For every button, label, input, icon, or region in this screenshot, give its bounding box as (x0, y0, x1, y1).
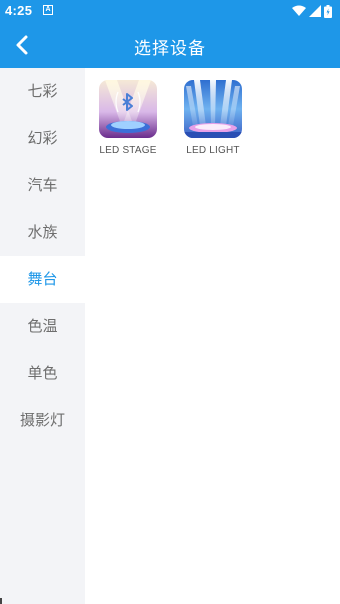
device-label: LED STAGE (99, 145, 157, 156)
system-icons (292, 4, 332, 18)
stage-spotlights-icon (184, 80, 242, 138)
device-led-stage[interactable]: LED STAGE (96, 80, 160, 156)
status-bar: 4:25 A (0, 0, 340, 22)
sidebar-item-sheyingdeng[interactable]: 摄影灯 (0, 397, 85, 444)
page-title: 选择设备 (134, 39, 206, 59)
sidebar-item-sewen[interactable]: 色温 (0, 303, 85, 350)
battery-icon (324, 4, 332, 18)
edge-marker (0, 598, 2, 604)
signal-icon (309, 5, 321, 17)
title-bar: 选择设备 (0, 22, 340, 68)
sidebar-item-shuizu[interactable]: 水族 (0, 209, 85, 256)
status-time: 4:25 (5, 3, 33, 18)
stage-bluetooth-icon (99, 80, 157, 138)
category-sidebar: 七彩 幻彩 汽车 水族 舞台 色温 单色 摄影灯 (0, 68, 85, 604)
device-label: LED LIGHT (186, 145, 240, 156)
sidebar-item-huancai[interactable]: 幻彩 (0, 115, 85, 162)
sidebar-item-qiche[interactable]: 汽车 (0, 162, 85, 209)
device-grid: LED STAGE LED LIGHT (85, 68, 340, 604)
sidebar-item-wutai[interactable]: 舞台 (0, 256, 85, 303)
sidebar-item-qicai[interactable]: 七彩 (0, 68, 85, 115)
wifi-icon (292, 5, 306, 16)
sim-icon: A (43, 5, 53, 15)
sidebar-item-danse[interactable]: 单色 (0, 350, 85, 397)
device-led-light[interactable]: LED LIGHT (181, 80, 245, 156)
